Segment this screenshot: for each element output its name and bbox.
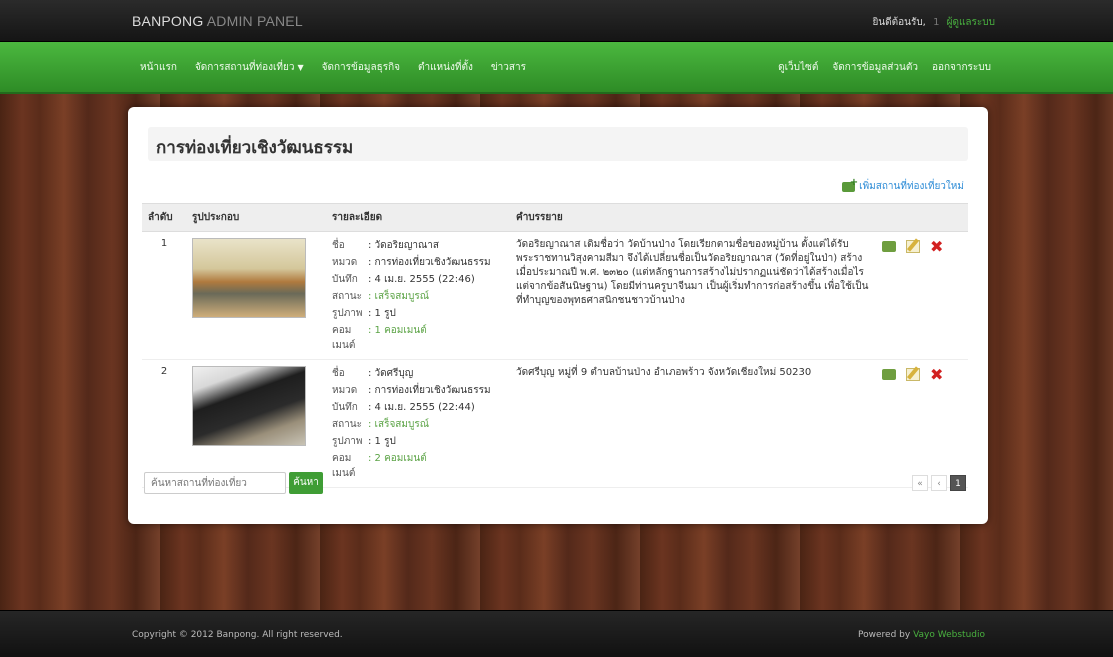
nav-news[interactable]: ข่าวสาร	[491, 60, 526, 75]
edit-icon[interactable]	[906, 368, 920, 381]
table-row: 2 ชื่อ : วัดศรีบุญ หมวด : การท่องเที่ยวเ…	[142, 359, 968, 488]
welcome-text: ยินดีต้อนรับ,	[872, 17, 926, 28]
main-navbar: หน้าแรก จัดการสถานที่ท่องเที่ยว ▼ จัดการข…	[0, 42, 1113, 94]
chevron-down-icon: ▼	[297, 63, 304, 72]
value-name: : วัดศรีบุญ	[368, 368, 414, 379]
table-header-row: ลำดับ รูปประกอบ รายละเอียด คำบรรยาย	[142, 203, 968, 232]
detail-list: ชื่อ : วัดศรีบุญ หมวด : การท่องเที่ยวเชิ…	[332, 366, 504, 481]
nav-home[interactable]: หน้าแรก	[140, 60, 177, 75]
value-images: : 1 รูป	[368, 436, 396, 447]
search-input[interactable]	[144, 472, 286, 494]
label-comments: คอมเมนต์	[332, 325, 356, 351]
row-actions: ✖	[876, 359, 968, 488]
nav-manage-attractions-label: จัดการสถานที่ท่องเที่ยว	[194, 62, 295, 73]
pagination: « ‹ 1	[912, 475, 966, 491]
nav-location[interactable]: ตำแหน่งที่ตั้ง	[418, 60, 473, 75]
row-description: วัดศรีบุญ หมู่ที่ 9 ตำบลบ้านป่าง อำเภอพร…	[510, 359, 876, 488]
pager-first[interactable]: «	[912, 475, 928, 491]
nav-right-menu: ดูเว็บไซต์ จัดการข้อมูลส่วนตัว ออกจากระบ…	[778, 60, 991, 75]
value-date: : 4 เม.ย. 2555 (22:46)	[368, 274, 475, 285]
brand-logo[interactable]: BANPONG ADMIN PANEL	[132, 13, 303, 29]
header-image: รูปประกอบ	[186, 203, 326, 232]
value-name: : วัดอริยญาณาส	[368, 240, 440, 251]
copyright-text: Copyright © 2012 Banpong. All right rese…	[132, 630, 343, 640]
title-bar: การท่องเที่ยวเชิงวัฒนธรรม	[148, 127, 968, 161]
nav-logout[interactable]: ออกจากระบบ	[932, 60, 991, 75]
detail-list: ชื่อ : วัดอริยญาณาส หมวด : การท่องเที่ยว…	[332, 238, 504, 353]
value-comments[interactable]: : 1 คอมเมนต์	[368, 323, 504, 353]
label-name: ชื่อ	[332, 240, 345, 251]
value-category: : การท่องเที่ยวเชิงวัฒนธรรม	[368, 385, 491, 396]
powered-by: Powered by Vayo Webstudio	[858, 630, 985, 640]
label-category: หมวด	[332, 257, 358, 268]
content-panel: การท่องเที่ยวเชิงวัฒนธรรม เพิ่มสถานที่ท่…	[128, 107, 988, 524]
search-button[interactable]: ค้นหา	[289, 472, 323, 494]
row-thumbnail[interactable]	[192, 238, 306, 318]
gallery-icon[interactable]	[882, 241, 896, 252]
header-detail: รายละเอียด	[326, 203, 510, 232]
header-no: ลำดับ	[142, 203, 186, 232]
gallery-icon[interactable]	[882, 369, 896, 380]
label-status: สถานะ	[332, 419, 362, 430]
value-category: : การท่องเที่ยวเชิงวัฒนธรรม	[368, 257, 491, 268]
add-attraction-link[interactable]: เพิ่มสถานที่ท่องเที่ยวใหม่	[842, 177, 964, 194]
nav-manage-attractions[interactable]: จัดการสถานที่ท่องเที่ยว ▼	[195, 60, 304, 75]
edit-icon[interactable]	[906, 240, 920, 253]
user-area: ยินดีต้อนรับ, 1 ผู้ดูแลระบบ	[872, 15, 995, 30]
label-comments: คอมเมนต์	[332, 453, 356, 479]
value-status: : เสร็จสมบูรณ์	[368, 419, 429, 430]
row-detail-cell: ชื่อ : วัดอริยญาณาส หมวด : การท่องเที่ยว…	[326, 231, 510, 360]
brand-rest: ADMIN PANEL	[206, 13, 303, 29]
row-thumbnail[interactable]	[192, 366, 306, 446]
powered-prefix: Powered by	[858, 630, 911, 640]
label-date: บันทึก	[332, 402, 358, 413]
row-detail-cell: ชื่อ : วัดศรีบุญ หมวด : การท่องเที่ยวเชิ…	[326, 359, 510, 488]
nav-profile[interactable]: จัดการข้อมูลส่วนตัว	[832, 60, 918, 75]
row-number: 2	[142, 359, 186, 488]
footer: Copyright © 2012 Banpong. All right rese…	[0, 610, 1113, 657]
nav-manage-business[interactable]: จัดการข้อมูลธุรกิจ	[322, 60, 400, 75]
nav-left-menu: หน้าแรก จัดการสถานที่ท่องเที่ยว ▼ จัดการข…	[140, 60, 526, 75]
add-attraction-label: เพิ่มสถานที่ท่องเที่ยวใหม่	[859, 181, 964, 192]
header-description: คำบรรยาย	[510, 203, 876, 232]
delete-icon[interactable]: ✖	[930, 238, 943, 254]
label-date: บันทึก	[332, 274, 358, 285]
value-images: : 1 รูป	[368, 308, 396, 319]
delete-icon[interactable]: ✖	[930, 366, 943, 382]
value-status: : เสร็จสมบูรณ์	[368, 291, 429, 302]
page-title: การท่องเที่ยวเชิงวัฒนธรรม	[156, 138, 354, 157]
value-date: : 4 เม.ย. 2555 (22:44)	[368, 402, 475, 413]
user-prefix: 1	[933, 17, 940, 28]
row-number: 1	[142, 231, 186, 360]
value-comments[interactable]: : 2 คอมเมนต์	[368, 451, 504, 481]
label-status: สถานะ	[332, 291, 362, 302]
top-header-bar: BANPONG ADMIN PANEL ยินดีต้อนรับ, 1 ผู้ด…	[0, 0, 1113, 42]
row-thumbnail-cell	[186, 231, 326, 360]
label-category: หมวด	[332, 385, 358, 396]
pager-prev[interactable]: ‹	[931, 475, 947, 491]
add-image-icon	[842, 177, 858, 192]
header-actions	[876, 203, 968, 232]
user-name-link[interactable]: ผู้ดูแลระบบ	[947, 17, 995, 28]
table-row: 1 ชื่อ : วัดอริยญาณาส หมวด : การท่องเที่…	[142, 231, 968, 360]
attractions-table: ลำดับ รูปประกอบ รายละเอียด คำบรรยาย 1 ชื…	[142, 203, 968, 488]
label-name: ชื่อ	[332, 368, 345, 379]
row-actions: ✖	[876, 231, 968, 360]
row-description: วัดอริยญาณาส เดิมชื่อว่า วัดบ้านป่าง โดย…	[510, 231, 876, 360]
pager-current[interactable]: 1	[950, 475, 966, 491]
powered-link[interactable]: Vayo Webstudio	[913, 630, 985, 640]
label-images: รูปภาพ	[332, 308, 363, 319]
label-images: รูปภาพ	[332, 436, 363, 447]
row-thumbnail-cell	[186, 359, 326, 488]
nav-view-website[interactable]: ดูเว็บไซต์	[778, 60, 818, 75]
brand-main: BANPONG	[132, 13, 204, 29]
